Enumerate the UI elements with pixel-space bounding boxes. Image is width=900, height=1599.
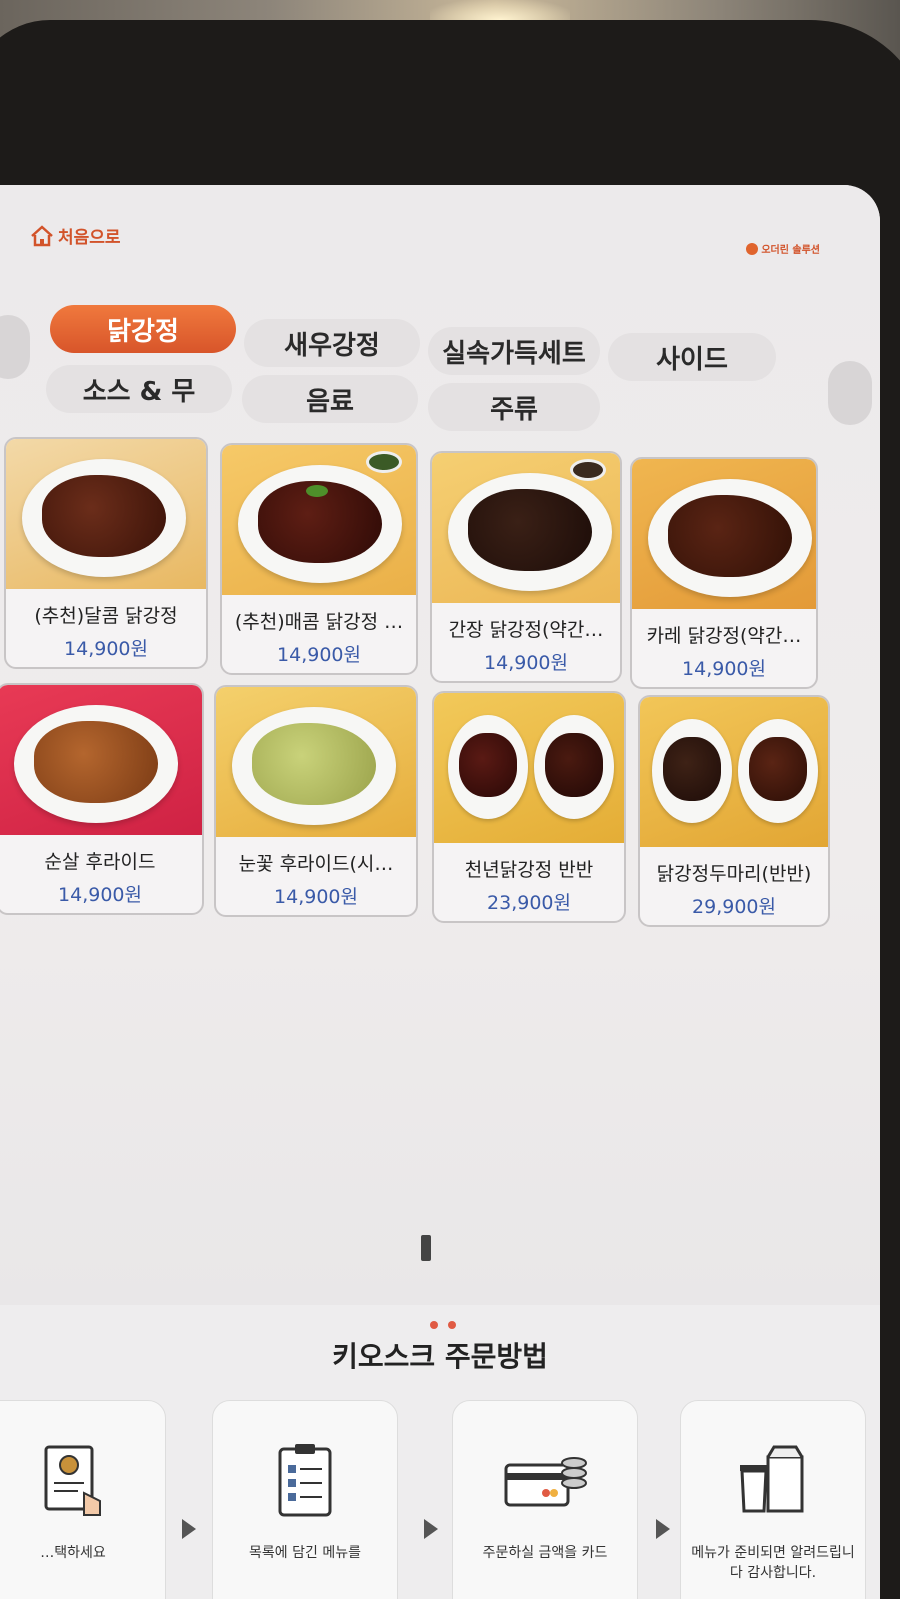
step-card-1: …택하세요 xyxy=(0,1400,166,1599)
tab-label: 닭강정 xyxy=(107,316,179,347)
category-scroll-left[interactable] xyxy=(0,315,30,379)
menu-card[interactable]: 간장 닭강정(약간… 14,900원 xyxy=(430,451,622,683)
takeout-bag-icon xyxy=(740,1445,804,1513)
menu-price: 14,900원 xyxy=(64,638,148,660)
menu-name: 닭강정두마리(반반) xyxy=(656,863,812,885)
menu-name: 천년닭강정 반반 xyxy=(464,859,594,881)
step-text: 주문하실 금액을 카드 xyxy=(482,1545,608,1561)
step-arrow-icon xyxy=(424,1519,438,1539)
chicken-food xyxy=(749,737,807,801)
card-payment-icon xyxy=(504,1457,587,1507)
scroll-indicator[interactable] xyxy=(421,1235,431,1261)
brand-logo: 오더린 솔루션 xyxy=(746,241,820,256)
menu-photo xyxy=(632,459,816,609)
menu-price: 14,900원 xyxy=(484,652,568,674)
menu-card[interactable]: 천년닭강정 반반 23,900원 xyxy=(432,691,626,923)
menu-card[interactable]: 순살 후라이드 14,900원 xyxy=(0,683,204,915)
howto-section: 키오스크 주문방법 …택하세요 목록에 담긴 메뉴를 주문하실 금액을 카드 메… xyxy=(0,1305,880,1599)
menu-price: 14,900원 xyxy=(58,884,142,906)
menu-select-icon xyxy=(44,1445,101,1516)
menu-price: 29,900원 xyxy=(692,896,776,918)
home-label: 처음으로 xyxy=(58,228,121,248)
chicken-food xyxy=(459,733,517,797)
order-list-icon xyxy=(278,1444,332,1517)
menu-card[interactable]: 눈꽃 후라이드(시… 14,900원 xyxy=(214,685,418,917)
tab-side[interactable]: 사이드 xyxy=(608,333,776,381)
menu-area: 처음으로 오더린 솔루션 닭강정 새우강정 실속가득세트 사이드 소스 & 무 … xyxy=(0,185,880,1305)
menu-card[interactable]: 카레 닭강정(약간… 14,900원 xyxy=(630,457,818,689)
menu-price: 23,900원 xyxy=(487,892,571,914)
menu-photo xyxy=(640,697,828,847)
home-button[interactable]: 처음으로 xyxy=(30,223,121,248)
menu-name: 간장 닭강정(약간… xyxy=(448,619,604,641)
snow-chicken-food xyxy=(252,723,376,805)
menu-card[interactable]: (추천)매콤 닭강정 … 14,900원 xyxy=(220,443,418,675)
step-text: 목록에 담긴 메뉴를 xyxy=(249,1545,361,1561)
menu-name: 카레 닭강정(약간… xyxy=(646,625,802,647)
menu-photo xyxy=(0,685,202,835)
step-card-2: 목록에 담긴 메뉴를 xyxy=(212,1400,398,1599)
garnish xyxy=(306,485,328,497)
home-icon xyxy=(31,224,53,246)
tab-label: 소스 & 무 xyxy=(82,376,196,407)
menu-photo xyxy=(222,445,416,595)
menu-price: 14,900원 xyxy=(274,886,358,908)
chicken-food xyxy=(663,737,721,801)
chicken-food xyxy=(545,733,603,797)
title-dots xyxy=(430,1321,456,1329)
chicken-food xyxy=(468,489,592,571)
menu-card[interactable]: 닭강정두마리(반반) 29,900원 xyxy=(638,695,830,927)
step-card-4: 메뉴가 준비되면 알려드립니다 감사합니다. xyxy=(680,1400,866,1599)
menu-card[interactable]: (추천)달콤 닭강정 14,900원 xyxy=(4,437,208,669)
tab-label: 주류 xyxy=(490,394,538,425)
tab-shrimp-gangjeong[interactable]: 새우강정 xyxy=(244,319,420,367)
step-arrow-icon xyxy=(182,1519,196,1539)
menu-photo xyxy=(432,453,620,603)
brand-label: 오더린 솔루션 xyxy=(761,245,820,256)
tab-drinks[interactable]: 음료 xyxy=(242,375,418,423)
step-arrow-icon xyxy=(656,1519,670,1539)
menu-price: 14,900원 xyxy=(682,658,766,680)
tab-liquor[interactable]: 주류 xyxy=(428,383,600,431)
tab-label: 새우강정 xyxy=(284,330,380,361)
tab-value-set[interactable]: 실속가득세트 xyxy=(428,327,600,375)
menu-name: (추천)매콤 닭강정 … xyxy=(234,611,404,633)
menu-photo xyxy=(6,439,206,589)
tab-label: 실속가득세트 xyxy=(442,338,586,369)
category-scroll-right[interactable] xyxy=(828,361,872,425)
menu-photo xyxy=(216,687,416,837)
menu-name: (추천)달콤 닭강정 xyxy=(34,605,178,627)
chicken-food xyxy=(668,495,792,577)
fried-chicken-food xyxy=(34,721,158,803)
tab-sauce-radish[interactable]: 소스 & 무 xyxy=(46,365,232,413)
chicken-food xyxy=(42,475,166,557)
tab-dakgangjeong[interactable]: 닭강정 xyxy=(50,305,236,353)
step-card-3: 주문하실 금액을 카드 xyxy=(452,1400,638,1599)
brand-icon xyxy=(746,242,759,255)
step-text: 메뉴가 준비되면 알려드립니다 감사합니다. xyxy=(691,1545,855,1581)
menu-name: 순살 후라이드 xyxy=(44,851,156,873)
tab-label: 음료 xyxy=(306,386,354,417)
sauce-dish xyxy=(570,459,606,481)
step-text: …택하세요 xyxy=(40,1545,106,1561)
menu-name: 눈꽃 후라이드(시… xyxy=(238,853,394,875)
side-dish xyxy=(366,451,402,473)
menu-price: 14,900원 xyxy=(277,644,361,666)
menu-photo xyxy=(434,693,624,843)
tab-label: 사이드 xyxy=(656,344,728,375)
howto-title: 키오스크 주문방법 xyxy=(332,1340,548,1373)
kiosk-screen: 처음으로 오더린 솔루션 닭강정 새우강정 실속가득세트 사이드 소스 & 무 … xyxy=(0,185,880,1599)
